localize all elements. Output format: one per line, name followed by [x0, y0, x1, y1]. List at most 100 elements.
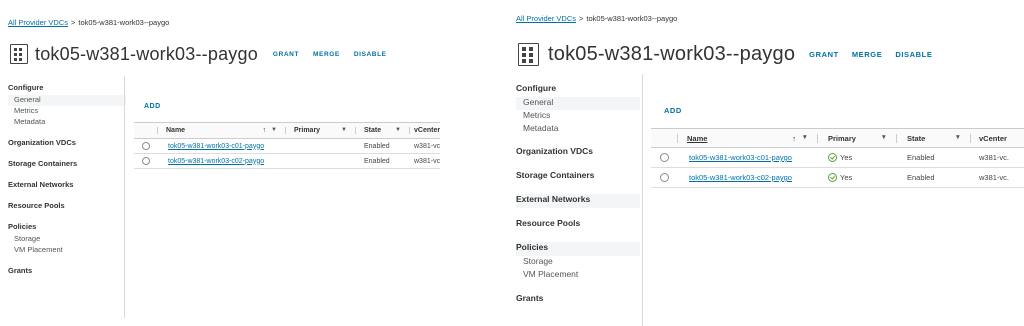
- filter-icon[interactable]: ▼: [341, 127, 347, 133]
- primary-cell: [286, 153, 356, 169]
- column-header-vcenter[interactable]: vCenter: [410, 122, 440, 139]
- breadcrumb-current: tok05-w381-work03--paygo: [586, 14, 678, 23]
- state-cell: Enabled: [897, 167, 971, 188]
- nav-configure[interactable]: Configure: [516, 83, 640, 97]
- primary-cell: Yes: [818, 167, 897, 188]
- nav-item-general[interactable]: General: [8, 95, 126, 106]
- column-header-state[interactable]: State ▼: [356, 122, 410, 139]
- filter-icon[interactable]: ▼: [802, 134, 808, 141]
- panel-right: All Provider VDCs > tok05-w381-work03--pay…: [508, 0, 1024, 326]
- nav-storage-containers[interactable]: Storage Containers: [516, 170, 640, 184]
- nav-item-general[interactable]: General: [516, 97, 640, 110]
- table-row[interactable]: tok05-w381-work03-c02-paygo Enabled w381…: [134, 153, 440, 169]
- column-header-vcenter-label: vCenter: [979, 133, 1007, 143]
- nav-resource-pools[interactable]: Resource Pools: [8, 201, 126, 213]
- select-column-header: [134, 122, 158, 139]
- add-button[interactable]: ADD: [664, 106, 682, 115]
- resource-pool-link[interactable]: tok05-w381-work03-c01-paygo: [689, 153, 792, 162]
- row-select-radio[interactable]: [142, 157, 150, 165]
- nav-grants[interactable]: Grants: [516, 293, 640, 307]
- column-header-state[interactable]: State ▼: [897, 128, 971, 148]
- state-cell: Enabled: [356, 138, 410, 154]
- nav-item-vm-placement[interactable]: VM Placement: [516, 269, 640, 282]
- column-header-name[interactable]: Name ↑ ▼: [678, 128, 818, 148]
- row-select-radio[interactable]: [660, 153, 669, 163]
- sidebar-divider: [642, 74, 643, 326]
- nav-item-metadata[interactable]: Metadata: [516, 123, 640, 136]
- vcenter-cell: w381-vc.: [971, 167, 1024, 188]
- column-header-primary-label: Primary: [294, 127, 321, 134]
- screenshot-gap: [440, 0, 508, 326]
- column-header-primary[interactable]: Primary ▼: [818, 128, 897, 148]
- filter-icon[interactable]: ▼: [271, 127, 277, 133]
- nav-external-networks[interactable]: External Networks: [8, 180, 126, 192]
- add-button[interactable]: ADD: [144, 103, 161, 110]
- provider-vdc-icon: [518, 42, 539, 66]
- primary-cell: Yes: [818, 147, 897, 168]
- row-select-radio[interactable]: [142, 142, 150, 150]
- sidebar-nav: Configure General Metrics Metadata Organ…: [8, 83, 126, 278]
- sidebar-divider: [124, 76, 125, 318]
- filter-icon[interactable]: ▼: [395, 127, 401, 133]
- merge-button[interactable]: MERGE: [313, 51, 340, 58]
- nav-item-storage[interactable]: Storage: [516, 256, 640, 269]
- vcenter-cell: w381-vc.v: [410, 138, 440, 154]
- vcenter-cell: w381-vc.v: [410, 153, 440, 169]
- panel-left: All Provider VDCs > tok05-w381-work03--pay…: [0, 0, 440, 318]
- nav-item-metrics[interactable]: Metrics: [516, 110, 640, 123]
- primary-cell: [286, 138, 356, 154]
- select-column-header: [651, 128, 678, 148]
- breadcrumb: All Provider VDCs > tok05-w381-work03--pay…: [8, 18, 169, 27]
- resource-pool-link[interactable]: tok05-w381-work03-c02-paygo: [689, 173, 792, 182]
- title-bar: tok05-w381-work03--paygo GRANT MERGE DIS…: [518, 41, 932, 67]
- provider-vdc-icon: [10, 44, 28, 64]
- check-circle-icon: [828, 153, 837, 163]
- column-header-vcenter-label: vCenter: [414, 127, 440, 134]
- sort-ascending-icon[interactable]: ↑: [792, 134, 796, 143]
- disable-button[interactable]: DISABLE: [354, 51, 387, 58]
- nav-grants[interactable]: Grants: [8, 266, 126, 278]
- page-title: tok05-w381-work03--paygo: [548, 42, 796, 65]
- sort-ascending-icon[interactable]: ↑: [263, 127, 267, 134]
- filter-icon[interactable]: ▼: [881, 134, 887, 141]
- merge-button[interactable]: MERGE: [852, 50, 883, 59]
- title-bar: tok05-w381-work03--paygo GRANT MERGE DIS…: [10, 42, 387, 66]
- breadcrumb: All Provider VDCs > tok05-w381-work03--pay…: [516, 14, 677, 23]
- grant-button[interactable]: GRANT: [273, 51, 299, 58]
- nav-storage-containers[interactable]: Storage Containers: [8, 159, 126, 171]
- nav-external-networks[interactable]: External Networks: [516, 194, 640, 208]
- breadcrumb-current: tok05-w381-work03--paygo: [78, 18, 170, 27]
- nav-item-metadata[interactable]: Metadata: [8, 117, 126, 128]
- nav-item-storage[interactable]: Storage: [8, 234, 126, 245]
- breadcrumb-separator: >: [579, 14, 584, 23]
- resource-pool-link[interactable]: tok05-w381-work03-c02-paygo: [168, 158, 264, 165]
- nav-item-metrics[interactable]: Metrics: [8, 106, 126, 117]
- sidebar-nav: Configure General Metrics Metadata Organ…: [516, 83, 640, 307]
- table-row[interactable]: tok05-w381-work03-c02-paygo Yes Enabled …: [651, 167, 1024, 188]
- disable-button[interactable]: DISABLE: [895, 50, 932, 59]
- row-select-radio[interactable]: [660, 173, 669, 183]
- table-row[interactable]: tok05-w381-work03-c01-paygo Enabled w381…: [134, 138, 440, 154]
- breadcrumb-parent-link[interactable]: All Provider VDCs: [516, 14, 576, 23]
- resource-pool-link[interactable]: tok05-w381-work03-c01-paygo: [168, 143, 264, 150]
- nav-policies[interactable]: Policies: [8, 222, 126, 234]
- state-cell: Enabled: [356, 153, 410, 169]
- nav-resource-pools[interactable]: Resource Pools: [516, 218, 640, 232]
- table-row[interactable]: tok05-w381-work03-c01-paygo Yes Enabled …: [651, 147, 1024, 168]
- column-header-name-label: Name: [166, 127, 186, 134]
- breadcrumb-parent-link[interactable]: All Provider VDCs: [8, 18, 68, 27]
- nav-policies[interactable]: Policies: [516, 242, 640, 256]
- column-header-vcenter[interactable]: vCenter: [971, 128, 1024, 148]
- column-header-name-label: Name: [687, 133, 708, 143]
- column-header-primary[interactable]: Primary ▼: [286, 122, 356, 139]
- nav-item-vm-placement[interactable]: VM Placement: [8, 245, 126, 256]
- nav-organization-vdcs[interactable]: Organization VDCs: [8, 138, 126, 150]
- column-header-name[interactable]: Name ↑ ▼: [158, 122, 286, 139]
- column-header-primary-label: Primary: [828, 133, 856, 143]
- filter-icon[interactable]: ▼: [955, 134, 961, 141]
- column-header-state-label: State: [364, 127, 382, 134]
- resource-pool-grid: Name ↑ ▼ Primary ▼ State ▼ vCenter tok05…: [134, 122, 440, 169]
- nav-configure[interactable]: Configure: [8, 83, 126, 95]
- grant-button[interactable]: GRANT: [809, 50, 839, 59]
- nav-organization-vdcs[interactable]: Organization VDCs: [516, 146, 640, 160]
